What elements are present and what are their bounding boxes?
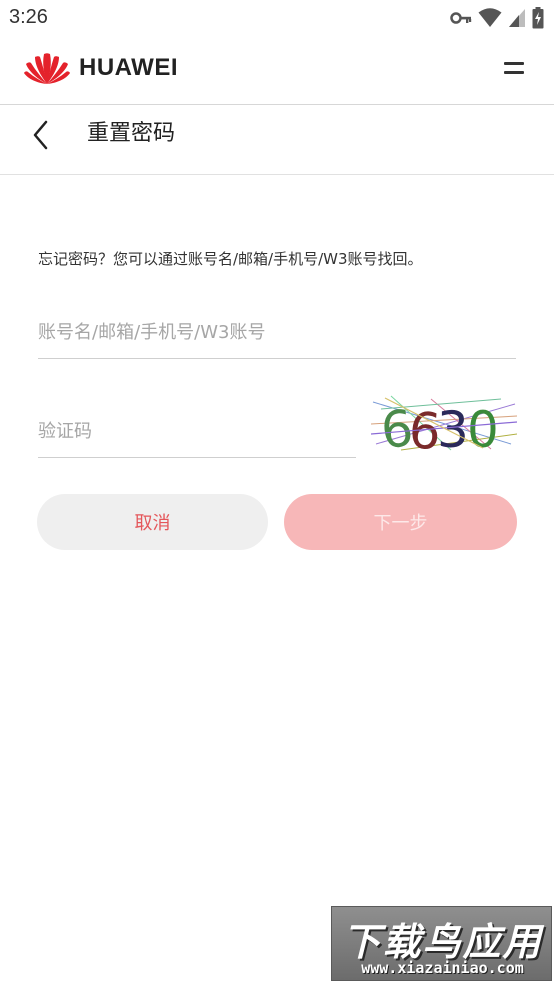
status-icons	[450, 7, 544, 29]
huawei-logo[interactable]: HUAWEI	[23, 48, 178, 88]
captcha-char: 0	[467, 401, 499, 452]
chevron-left-icon[interactable]	[28, 118, 58, 152]
captcha-image[interactable]: 6 6 3 0	[371, 394, 517, 452]
brand-name: HUAWEI	[79, 54, 178, 81]
app-header: HUAWEI	[0, 38, 554, 105]
signal-icon	[509, 9, 525, 27]
battery-charging-icon	[532, 7, 544, 29]
account-input[interactable]	[38, 306, 516, 358]
status-time: 3:26	[9, 6, 48, 28]
next-step-button[interactable]: 下一步	[284, 494, 517, 550]
site-watermark: 下载鸟应用 www.xiazainiao.com	[331, 906, 552, 981]
wifi-icon	[478, 8, 502, 27]
watermark-title: 下载鸟应用	[342, 920, 543, 964]
account-field	[38, 306, 516, 359]
cancel-button[interactable]: 取消	[37, 494, 268, 550]
vpn-key-icon	[450, 12, 472, 24]
verification-code-input[interactable]	[38, 405, 356, 457]
verification-code-field	[38, 405, 356, 458]
reset-hint-text: 忘记密码？您可以通过账号名/邮箱/手机号/W3账号找回。	[38, 250, 423, 268]
status-bar: 3:26	[0, 0, 554, 38]
huawei-flower-icon	[24, 53, 70, 84]
subheader: 重置密码	[0, 106, 554, 175]
page-title: 重置密码	[87, 121, 176, 146]
hamburger-menu-icon[interactable]	[504, 60, 526, 76]
watermark-url: www.xiazainiao.com	[361, 959, 524, 977]
